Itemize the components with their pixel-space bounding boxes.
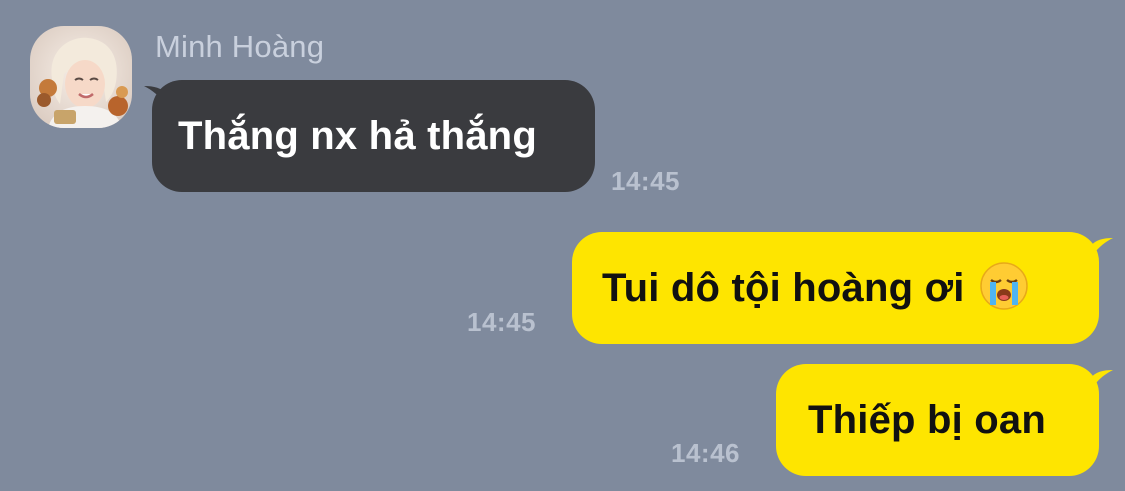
sender-name: Minh Hoàng [155, 29, 325, 64]
incoming-message-bubble[interactable]: Thắng nx hả thắng [152, 80, 595, 192]
outgoing-bubble-tail [1091, 370, 1113, 390]
message-text: Thắng nx hả thắng [178, 113, 537, 158]
message-timestamp: 14:46 [671, 438, 740, 468]
loudly-crying-face-icon [979, 261, 1029, 316]
outgoing-message-bubble[interactable]: Thiếp bị oan [776, 364, 1099, 476]
message-timestamp: 14:45 [611, 166, 680, 196]
message-text: Tui dô tội hoàng ơi [602, 265, 965, 310]
sender-avatar[interactable] [30, 26, 132, 128]
outgoing-message-bubble[interactable]: Tui dô tội hoàng ơi [572, 232, 1099, 344]
incoming-bubble-tail [144, 86, 166, 106]
outgoing-bubble-tail [1091, 238, 1113, 258]
message-timestamp: 14:45 [467, 307, 536, 337]
message-text: Thiếp bị oan [808, 397, 1046, 442]
avatar-photo [30, 26, 132, 128]
